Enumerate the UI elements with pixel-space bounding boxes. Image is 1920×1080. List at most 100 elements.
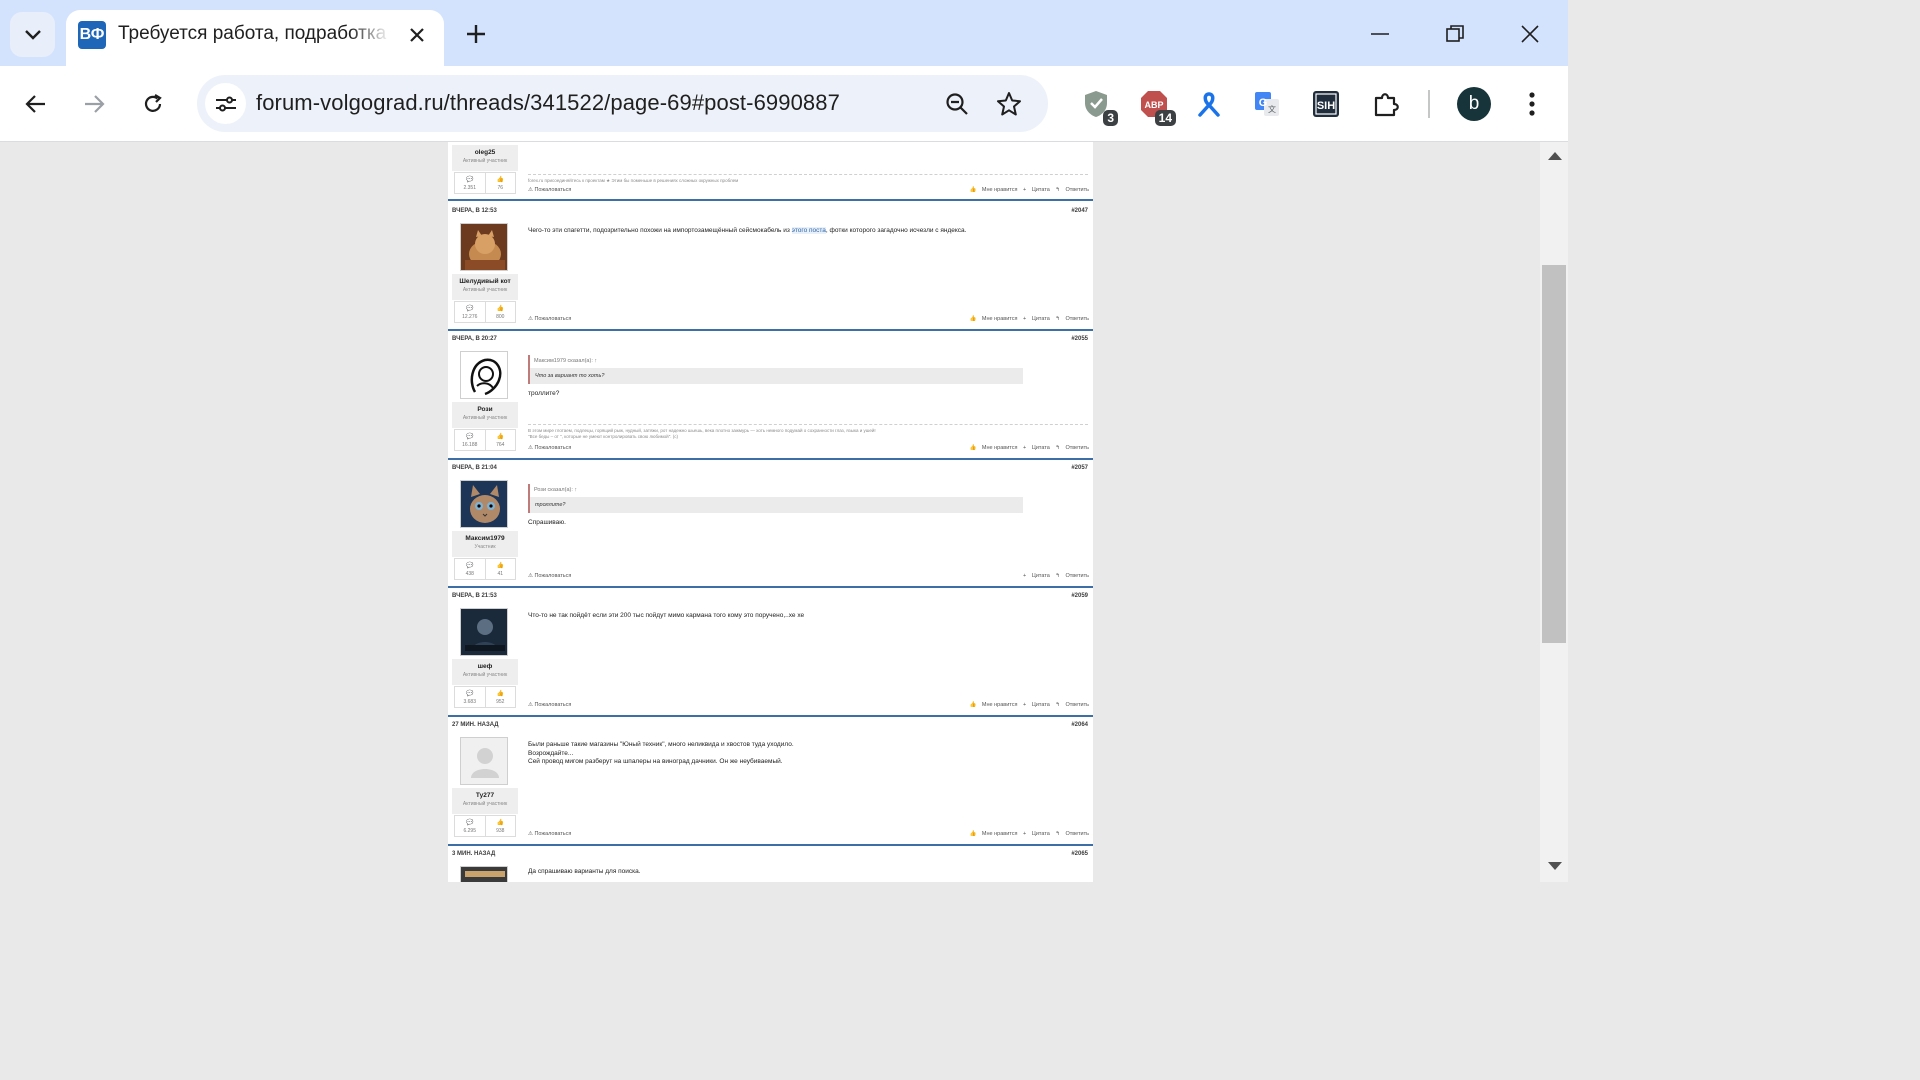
extension-shield[interactable]: 3 xyxy=(1076,84,1118,126)
reply-link[interactable]: ↰ Ответить xyxy=(1055,831,1089,837)
avatar[interactable] xyxy=(460,351,508,399)
extension-ribbon[interactable] xyxy=(1189,84,1229,124)
forum-post: oleg25 Активный участник 💬 2.351 👍 76 fore… xyxy=(448,142,1093,201)
report-link[interactable]: ⚠ Пожаловаться xyxy=(528,316,571,322)
quote-link[interactable]: + Цитата xyxy=(1023,831,1050,837)
browser-menu-button[interactable] xyxy=(1515,86,1549,122)
extensions-menu-button[interactable] xyxy=(1366,84,1406,124)
reply-link[interactable]: ↰ Ответить xyxy=(1055,445,1089,451)
like-link[interactable]: 👍 Мне нравится xyxy=(970,316,1018,322)
like-link[interactable]: 👍 Мне нравится xyxy=(970,187,1018,193)
post-number[interactable]: #2047 xyxy=(1071,208,1088,214)
ribbon-icon xyxy=(1198,92,1220,117)
tab-search-button[interactable] xyxy=(10,12,55,57)
post-message: Были раньше такие магазины "Юный техник"… xyxy=(528,741,794,765)
reply-link[interactable]: ↰ Ответить xyxy=(1055,702,1089,708)
post-header: Вчера, в 21:53 #2059 xyxy=(448,588,1093,604)
post-username[interactable]: шеф xyxy=(452,663,518,670)
quote-author[interactable]: Рози сказал(а): ↑ xyxy=(530,484,1023,497)
quote-link[interactable]: + Цитата xyxy=(1023,573,1050,579)
report-link[interactable]: ⚠ Пожаловаться xyxy=(528,702,571,708)
reply-link[interactable]: ↰ Ответить xyxy=(1055,187,1089,193)
post-date[interactable]: 3 мин. назад xyxy=(452,851,495,857)
post-number[interactable]: #2055 xyxy=(1071,336,1088,342)
post-username[interactable]: Рози xyxy=(452,406,518,413)
quote-link[interactable]: + Цитата xyxy=(1023,445,1050,451)
forward-button[interactable] xyxy=(74,84,114,124)
user-stats: 💬 438 👍 41 xyxy=(454,558,516,580)
report-link[interactable]: ⚠ Пожаловаться xyxy=(528,445,571,451)
messages-icon: 💬 xyxy=(466,434,474,440)
like-link[interactable]: 👍 Мне нравится xyxy=(970,445,1018,451)
mother-child-avatar-image xyxy=(470,358,502,396)
report-link[interactable]: ⚠ Пожаловаться xyxy=(528,573,571,579)
post-date[interactable]: Вчера, в 21:53 xyxy=(452,593,497,599)
quote-link[interactable]: + Цитата xyxy=(1023,316,1050,322)
site-info-button[interactable] xyxy=(205,83,246,124)
post-number[interactable]: #2057 xyxy=(1071,465,1088,471)
post-number[interactable]: #2065 xyxy=(1071,851,1088,857)
restore-button[interactable] xyxy=(1435,14,1475,54)
user-stats: 💬 6.295 👍 938 xyxy=(454,815,516,837)
avatar[interactable] xyxy=(460,737,508,785)
post-username[interactable]: oleg25 xyxy=(452,149,518,156)
scroll-down-arrow-icon[interactable] xyxy=(1548,862,1562,870)
post-number[interactable]: #2064 xyxy=(1071,722,1088,728)
report-link[interactable]: ⚠ Пожаловаться xyxy=(528,187,571,193)
close-window-button[interactable] xyxy=(1510,14,1550,54)
forum-thread: oleg25 Активный участник 💬 2.351 👍 76 fore… xyxy=(448,142,1093,882)
avatar[interactable] xyxy=(460,480,508,528)
post-username[interactable]: Ту277 xyxy=(452,792,518,799)
post-number[interactable]: #2059 xyxy=(1071,593,1088,599)
post-header: 27 мин. назад #2064 xyxy=(448,717,1093,733)
reply-link[interactable]: ↰ Ответить xyxy=(1055,573,1089,579)
zoom-button[interactable] xyxy=(940,87,974,121)
bookmark-button[interactable] xyxy=(992,87,1026,121)
post-date[interactable]: Вчера, в 21:04 xyxy=(452,465,497,471)
messages-icon: 💬 xyxy=(466,691,474,697)
reply-link[interactable]: ↰ Ответить xyxy=(1055,316,1089,322)
page-scrollbar[interactable] xyxy=(1540,142,1568,882)
arrow-right-icon xyxy=(85,95,105,113)
avatar[interactable] xyxy=(460,866,508,882)
scrollbar-thumb[interactable] xyxy=(1542,265,1566,643)
post-footer: ⚠ Пожаловаться 👍 Мне нравится + Цитата ↰… xyxy=(528,445,1089,455)
back-button[interactable] xyxy=(16,84,56,124)
likes-count: 764 xyxy=(496,442,505,448)
avatar[interactable] xyxy=(460,223,508,271)
post-link[interactable]: этого поста xyxy=(791,227,826,234)
likes-count: 952 xyxy=(496,699,505,705)
extension-translate[interactable]: G文 xyxy=(1247,84,1287,124)
url-text[interactable]: forum-volgograd.ru/threads/341522/page-6… xyxy=(256,90,840,116)
post-date[interactable]: 27 мин. назад xyxy=(452,722,499,728)
extension-sih[interactable]: SIH xyxy=(1306,84,1346,124)
profile-avatar[interactable]: b xyxy=(1457,87,1491,121)
scroll-up-arrow-icon[interactable] xyxy=(1548,152,1562,160)
browser-toolbar: forum-volgograd.ru/threads/341522/page-6… xyxy=(0,66,1568,142)
post-username[interactable]: Шелудивый кот xyxy=(452,278,518,285)
avatar[interactable] xyxy=(460,608,508,656)
quote-author[interactable]: Максим1979 сказал(а): ↑ xyxy=(530,355,1023,368)
quote-link[interactable]: + Цитата xyxy=(1023,702,1050,708)
messages-count: 3.683 xyxy=(463,699,476,705)
like-link[interactable]: 👍 Мне нравится xyxy=(970,831,1018,837)
quote-link[interactable]: + Цитата xyxy=(1023,187,1050,193)
post-date[interactable]: Вчера, в 20:27 xyxy=(452,336,497,342)
post-message: Чего-то эти спагетти, подозрительно похо… xyxy=(528,227,967,234)
close-icon xyxy=(1521,25,1539,43)
messages-count: 438 xyxy=(465,571,474,577)
active-tab[interactable]: ВФ Требуется работа, подработка xyxy=(66,10,444,66)
post-username[interactable]: Максим1979 xyxy=(452,535,518,542)
new-tab-button[interactable] xyxy=(456,16,496,52)
minimize-button[interactable] xyxy=(1360,14,1400,54)
address-bar[interactable]: forum-volgograd.ru/threads/341522/page-6… xyxy=(197,75,1048,132)
post-date[interactable]: Вчера, в 12:53 xyxy=(452,208,497,214)
reload-button[interactable] xyxy=(133,84,173,124)
post-message: Максим1979 сказал(а): ↑ Что за вариант т… xyxy=(528,355,1088,399)
extension-adblock[interactable]: ABP 14 xyxy=(1134,84,1176,126)
report-link[interactable]: ⚠ Пожаловаться xyxy=(528,831,571,837)
tab-close-button[interactable] xyxy=(404,22,430,48)
post-quote: Максим1979 сказал(а): ↑ Что за вариант т… xyxy=(528,355,1023,384)
messages-icon: 💬 xyxy=(466,820,474,826)
like-link[interactable]: 👍 Мне нравится xyxy=(970,702,1018,708)
